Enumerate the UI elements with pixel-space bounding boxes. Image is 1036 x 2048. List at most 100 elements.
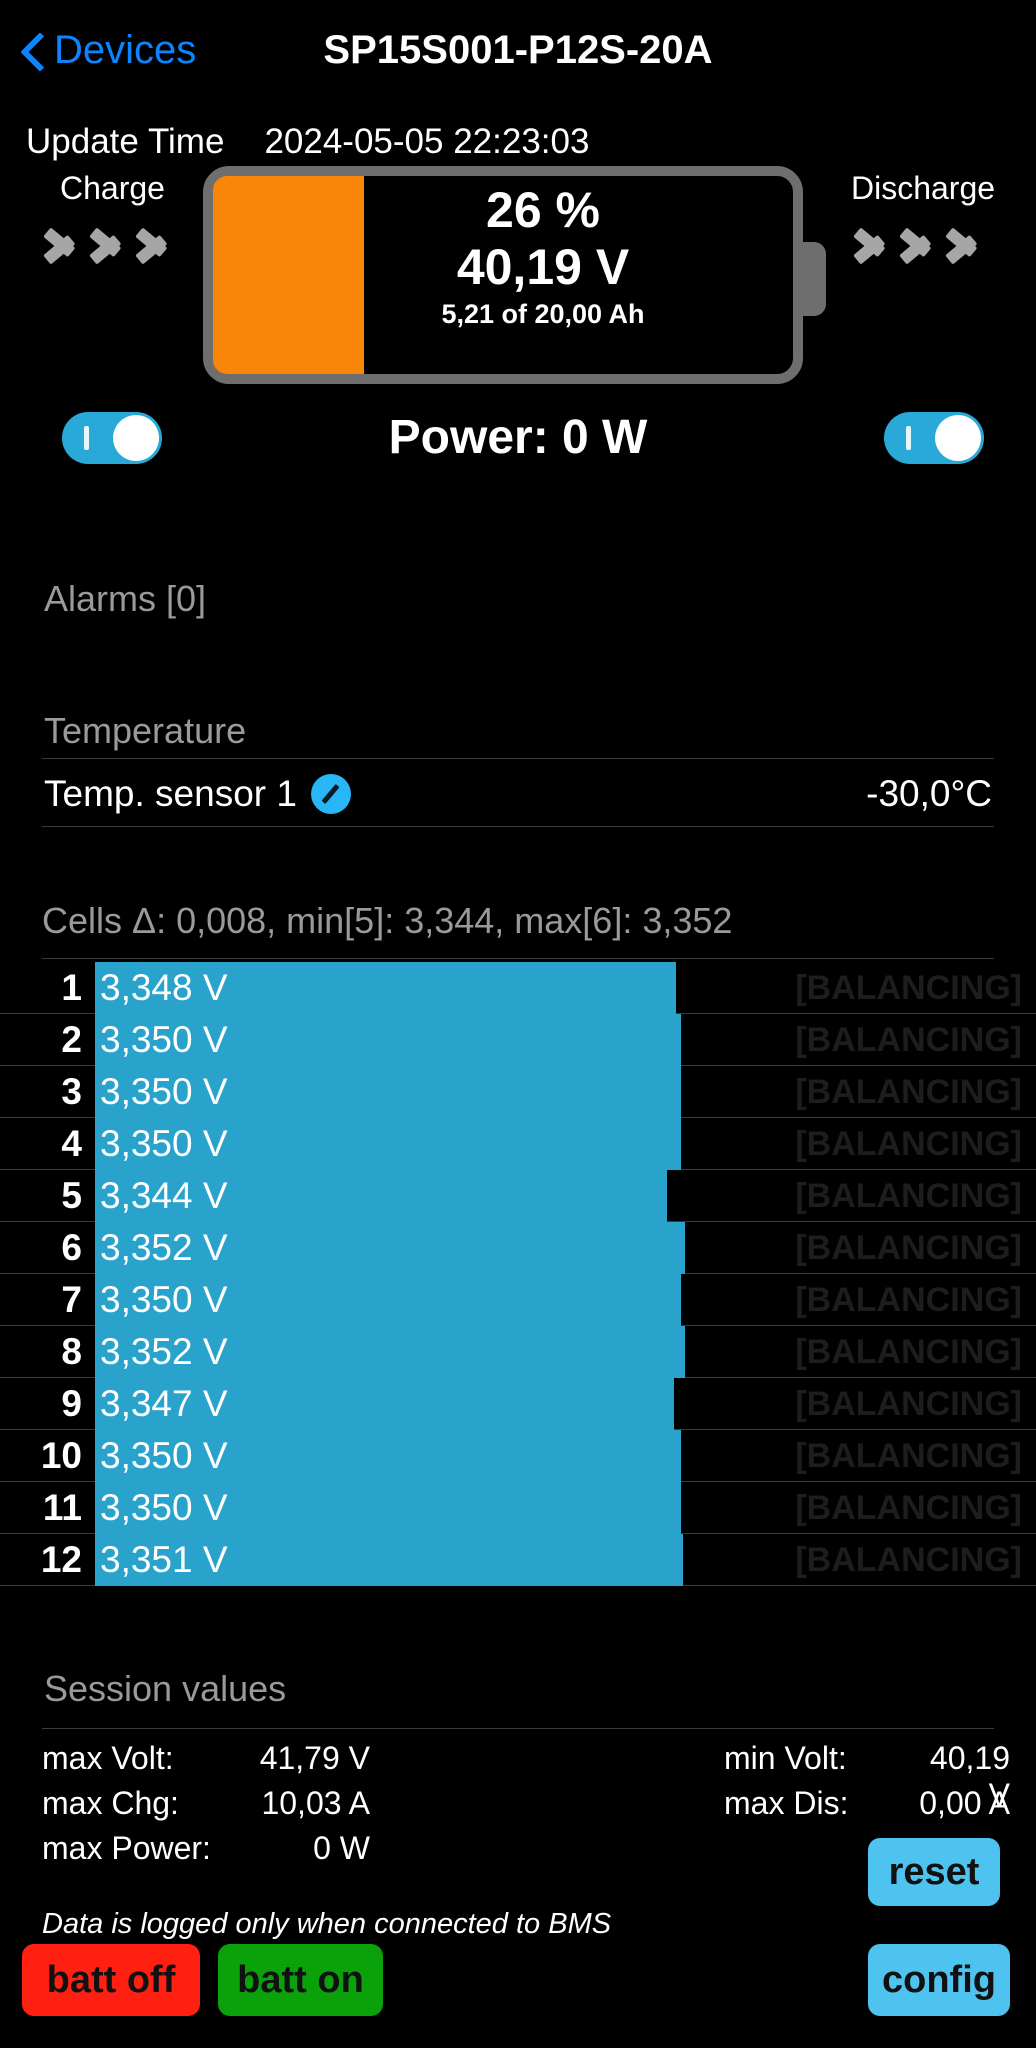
- batt-on-button[interactable]: batt on: [218, 1944, 383, 2016]
- cell-index: 1: [61, 966, 82, 1008]
- battery-overview: Charge 26 % 40,19 V 5,21 of 20,00 Ah Dis…: [0, 166, 1036, 400]
- cell-index: 11: [42, 1486, 82, 1528]
- session-row-volt: max Volt: 41,79 V min Volt: 40,19 V: [0, 1740, 1036, 1813]
- cell-balancing-status: [BALANCING]: [795, 1540, 1022, 1579]
- temperature-sensor-value: -30,0°C: [866, 773, 992, 814]
- cells-table: 1 3,348 V [BALANCING] 2 3,350 V [BALANCING] 3 3…: [0, 962, 1036, 1586]
- max-power-label: max Power:: [42, 1830, 211, 1866]
- discharge-indicator: Discharge: [828, 170, 1018, 279]
- max-dis-value: 0,00 A: [919, 1785, 1010, 1821]
- cell-row[interactable]: 8 3,352 V [BALANCING]: [0, 1326, 1036, 1378]
- update-time-row: Update Time 2024-05-05 22:23:03: [26, 122, 589, 162]
- back-to-devices-button[interactable]: Devices: [22, 28, 196, 73]
- max-chg-label: max Chg:: [42, 1785, 179, 1821]
- cell-balancing-status: [BALANCING]: [795, 1176, 1022, 1215]
- cell-balancing-status: [BALANCING]: [795, 968, 1022, 1007]
- cell-row[interactable]: 6 3,352 V [BALANCING]: [0, 1222, 1036, 1274]
- back-button-label: Devices: [54, 27, 197, 72]
- cell-index: 6: [61, 1226, 82, 1268]
- max-volt-value: 41,79 V: [259, 1740, 370, 1776]
- cell-index: 9: [61, 1382, 82, 1424]
- cell-index: 5: [61, 1174, 82, 1216]
- temperature-heading: Temperature: [44, 710, 247, 751]
- cell-balancing-status: [BALANCING]: [795, 1488, 1022, 1527]
- cell-balancing-status: [BALANCING]: [795, 1280, 1022, 1319]
- cell-voltage-value: 3,350 V: [100, 1278, 228, 1320]
- discharge-label: Discharge: [850, 170, 996, 206]
- cell-index: 12: [40, 1538, 82, 1580]
- cell-row[interactable]: 7 3,350 V [BALANCING]: [0, 1274, 1036, 1326]
- battery-percent: 26 %: [486, 182, 600, 238]
- max-volt-label: max Volt:: [42, 1740, 174, 1776]
- update-time-value: 2024-05-05 22:23:03: [264, 122, 590, 161]
- charge-indicator: Charge: [30, 170, 195, 279]
- cell-balancing-status: [BALANCING]: [795, 1020, 1022, 1059]
- cell-voltage-value: 3,347 V: [100, 1382, 228, 1424]
- cell-voltage-value: 3,350 V: [100, 1018, 228, 1060]
- reset-button[interactable]: reset: [868, 1838, 1000, 1906]
- temperature-sensor-name-group: Temp. sensor 1: [44, 773, 351, 815]
- cell-index: 10: [40, 1434, 82, 1476]
- cell-voltage-value: 3,350 V: [100, 1434, 228, 1476]
- cells-summary: Cells Δ: 0,008, min[5]: 3,344, max[6]: 3…: [42, 900, 733, 941]
- divider: [42, 958, 994, 959]
- cell-row[interactable]: 1 3,348 V [BALANCING]: [0, 962, 1036, 1014]
- batt-off-button[interactable]: batt off: [22, 1944, 200, 2016]
- alarms-heading: Alarms [0]: [44, 578, 207, 619]
- cell-balancing-status: [BALANCING]: [795, 1332, 1022, 1371]
- cell-row[interactable]: 3 3,350 V [BALANCING]: [0, 1066, 1036, 1118]
- cell-balancing-status: [BALANCING]: [795, 1384, 1022, 1423]
- cell-voltage-value: 3,351 V: [100, 1538, 228, 1580]
- divider: [42, 826, 994, 827]
- session-values-heading: Session values: [44, 1668, 287, 1709]
- cell-voltage-value: 3,344 V: [100, 1174, 228, 1216]
- cell-voltage-value: 3,352 V: [100, 1330, 228, 1372]
- cell-voltage-value: 3,350 V: [100, 1486, 228, 1528]
- session-row-current: max Chg: 10,03 A max Dis: 0,00 A: [0, 1785, 1036, 1830]
- battery-gauge: 26 % 40,19 V 5,21 of 20,00 Ah: [203, 166, 803, 384]
- pencil-edit-icon[interactable]: [310, 774, 351, 814]
- battery-capacity: 5,21 of 20,00 Ah: [441, 298, 645, 329]
- cell-index: 7: [61, 1278, 82, 1320]
- cell-index: 8: [61, 1330, 82, 1372]
- divider: [42, 1728, 994, 1729]
- cell-row[interactable]: 11 3,350 V [BALANCING]: [0, 1482, 1036, 1534]
- config-button[interactable]: config: [868, 1944, 1010, 2016]
- temperature-sensor-label: Temp. sensor 1: [44, 773, 297, 814]
- app-screen: Devices SP15S001-P12S-20A Update Time 20…: [0, 0, 1036, 2048]
- cell-balancing-status: [BALANCING]: [795, 1228, 1022, 1267]
- battery-voltage: 40,19 V: [456, 238, 630, 295]
- max-power-value: 0 W: [313, 1830, 370, 1866]
- cell-row[interactable]: 5 3,344 V [BALANCING]: [0, 1170, 1036, 1222]
- cell-row[interactable]: 12 3,351 V [BALANCING]: [0, 1534, 1036, 1586]
- cell-index: 3: [61, 1070, 82, 1112]
- cell-row[interactable]: 4 3,350 V [BALANCING]: [0, 1118, 1036, 1170]
- cell-row[interactable]: 10 3,350 V [BALANCING]: [0, 1430, 1036, 1482]
- cell-row[interactable]: 2 3,350 V [BALANCING]: [0, 1014, 1036, 1066]
- temperature-sensor-row[interactable]: Temp. sensor 1 -30,0°C: [0, 762, 1036, 826]
- cell-voltage-value: 3,348 V: [100, 966, 228, 1008]
- cell-balancing-status: [BALANCING]: [795, 1072, 1022, 1111]
- cell-voltage-value: 3,350 V: [100, 1122, 228, 1164]
- battery-terminal-icon: [800, 242, 826, 316]
- cell-index: 4: [61, 1122, 82, 1164]
- cell-balancing-status: [BALANCING]: [795, 1436, 1022, 1475]
- battery-readout: 26 % 40,19 V 5,21 of 20,00 Ah: [213, 176, 793, 374]
- max-chg-value: 10,03 A: [261, 1785, 370, 1821]
- charge-label: Charge: [60, 170, 165, 206]
- cell-voltage-value: 3,352 V: [100, 1226, 228, 1268]
- navigation-bar: Devices: [0, 0, 1036, 100]
- max-dis-label: max Dis:: [724, 1785, 849, 1821]
- chevron-left-icon: [22, 31, 44, 69]
- update-time-label: Update Time: [26, 122, 225, 161]
- power-readout: Power: 0 W: [388, 411, 648, 464]
- logging-note: Data is logged only when connected to BM…: [42, 1908, 612, 1940]
- cell-row[interactable]: 9 3,347 V [BALANCING]: [0, 1378, 1036, 1430]
- cell-index: 2: [61, 1018, 82, 1060]
- cell-balancing-status: [BALANCING]: [795, 1124, 1022, 1163]
- cell-voltage-value: 3,350 V: [100, 1070, 228, 1112]
- discharge-arrows-icon: [855, 213, 991, 279]
- divider: [42, 758, 994, 759]
- charge-arrows-icon: [45, 213, 181, 279]
- min-volt-label: min Volt:: [724, 1740, 847, 1776]
